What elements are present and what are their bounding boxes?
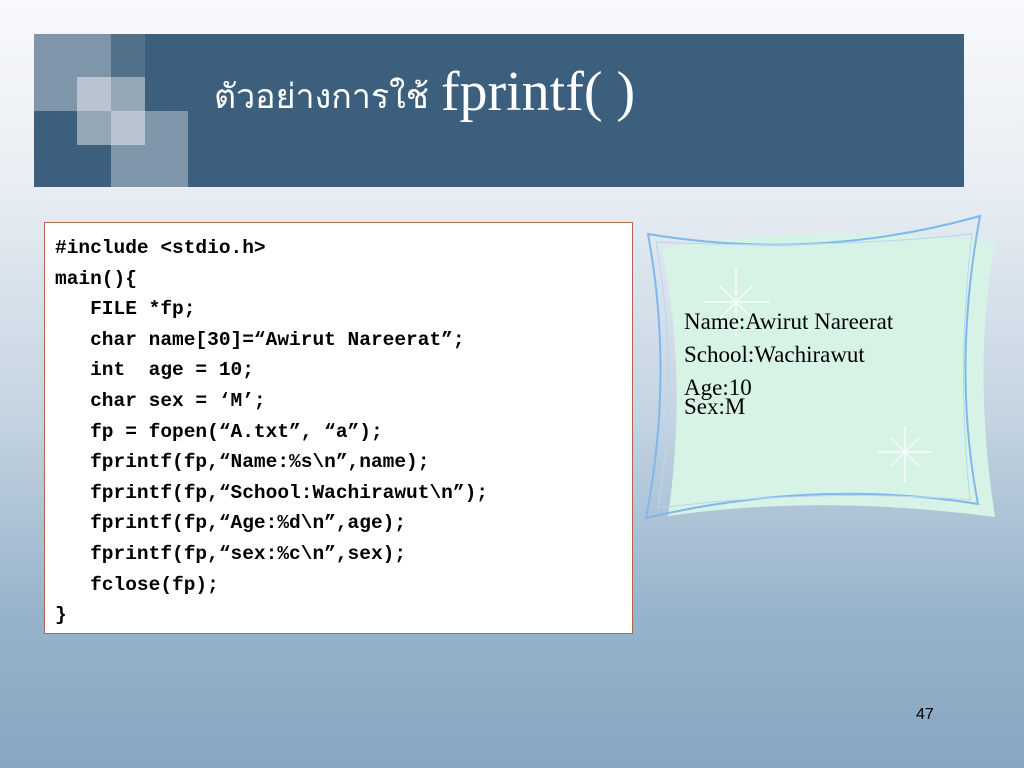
code-line: char sex = ‘M’;: [55, 389, 266, 412]
output-line: School:Wachirawut: [684, 342, 865, 367]
output-line: Sex:M: [684, 394, 746, 419]
decorative-square: [111, 111, 188, 188]
code-line: fprintf(fp,“Name:%s\n”,name);: [55, 451, 430, 474]
output-text: Name:Awirut Nareerat School:Wachirawut A…: [684, 305, 893, 423]
decorative-square: [111, 34, 145, 77]
code-line: fclose(fp);: [55, 573, 219, 596]
code-block: #include <stdio.h> main(){ FILE *fp; cha…: [44, 222, 633, 634]
slide-title-thai: ตัวอย่างการใช้: [214, 77, 429, 117]
code-line: fprintf(fp,“School:Wachirawut\n”);: [55, 481, 488, 504]
code-line: fprintf(fp,“Age:%d\n”,age);: [55, 512, 407, 535]
code-line: fp = fopen(“A.txt”, “a”);: [55, 420, 383, 443]
code-line: int age = 10;: [55, 359, 254, 382]
code-line: main(){: [55, 267, 137, 290]
output-line: Name:Awirut Nareerat: [684, 309, 894, 334]
code-line: }: [55, 604, 67, 627]
slide: ตัวอย่างการใช้ fprintf( ) #include <stdi…: [0, 0, 1024, 768]
slide-title: ตัวอย่างการใช้ fprintf( ): [214, 60, 635, 150]
page-number: 47: [916, 706, 934, 723]
code-line: #include <stdio.h>: [55, 237, 266, 259]
code-line: FILE *fp;: [55, 298, 196, 321]
code-line: char name[30]=“Awirut Nareerat”;: [55, 328, 465, 351]
slide-title-function: fprintf( ): [440, 61, 636, 123]
code-line: fprintf(fp,“sex:%c\n”,sex);: [55, 542, 407, 565]
